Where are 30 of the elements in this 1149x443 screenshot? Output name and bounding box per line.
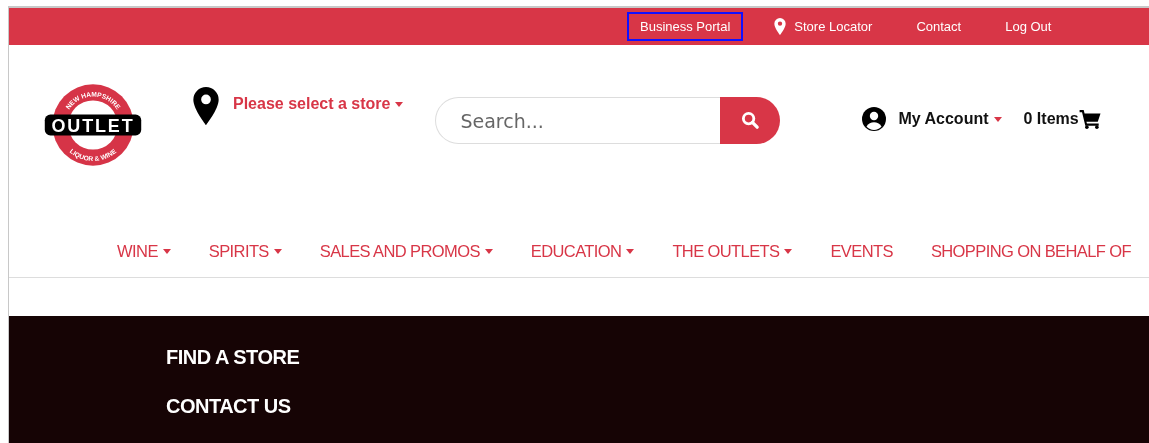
search-field[interactable]: Search... bbox=[435, 97, 721, 144]
nav-item[interactable]: EVENTS bbox=[830, 242, 893, 261]
caret-icon bbox=[484, 249, 493, 254]
top-link[interactable]: Contact bbox=[903, 12, 975, 41]
caret-icon bbox=[395, 101, 404, 107]
account-menu[interactable]: My Account bbox=[862, 107, 1002, 131]
top-link[interactable]: Business Portal bbox=[627, 12, 744, 41]
search-icon bbox=[740, 111, 760, 130]
caret-icon bbox=[993, 116, 1002, 122]
search-button[interactable] bbox=[720, 97, 781, 144]
cart-icon bbox=[1078, 109, 1102, 129]
user-icon bbox=[862, 107, 887, 131]
nav-item[interactable]: THE OUTLETS bbox=[672, 242, 793, 261]
pin-icon bbox=[774, 18, 787, 35]
nav-item[interactable]: SALES AND PROMOS bbox=[319, 242, 493, 261]
top-link[interactable]: Log Out bbox=[992, 12, 1065, 41]
nav-item[interactable]: WINE bbox=[117, 242, 171, 261]
caret-icon bbox=[626, 249, 635, 254]
cart-link[interactable]: 0 Items bbox=[1023, 109, 1102, 129]
caret-icon bbox=[162, 249, 171, 254]
store-selector[interactable]: Please select a store bbox=[233, 95, 404, 113]
pin-icon bbox=[193, 87, 219, 125]
nav-item[interactable]: EDUCATION bbox=[530, 242, 635, 261]
caret-icon bbox=[273, 249, 282, 254]
top-link[interactable]: Store Locator bbox=[761, 11, 886, 42]
nav-item[interactable]: SPIRITS bbox=[208, 242, 282, 261]
nav-item[interactable]: SHOPPING ON BEHALF OF bbox=[930, 242, 1131, 261]
footer-link[interactable]: CONTACT US bbox=[166, 395, 291, 418]
caret-icon bbox=[784, 249, 793, 254]
footer-link[interactable]: FIND A STORE bbox=[166, 346, 300, 369]
